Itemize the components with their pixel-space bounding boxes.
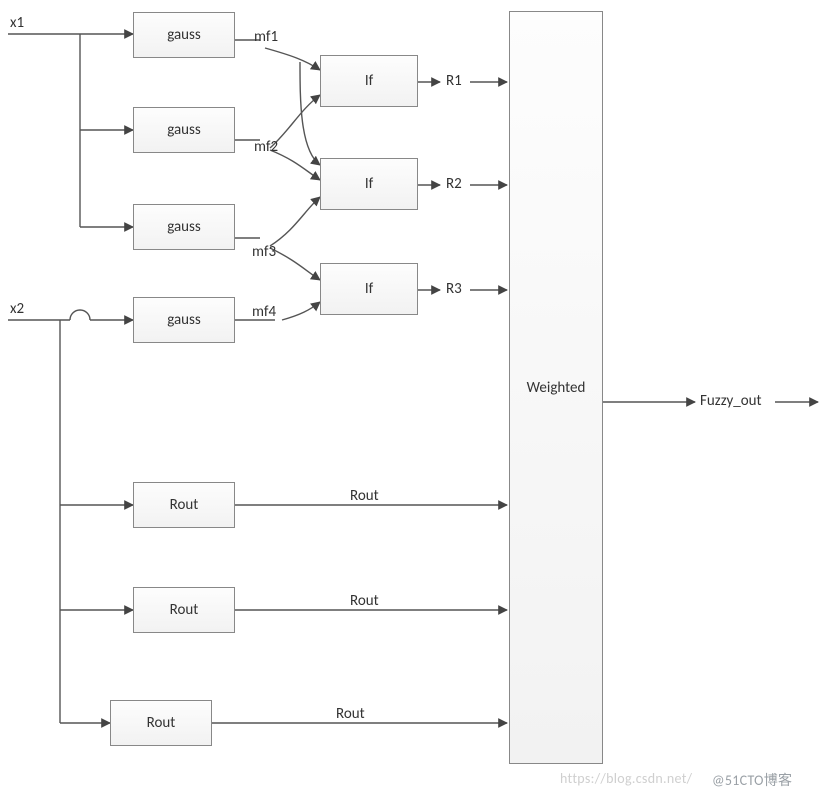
gauss2-label: gauss bbox=[167, 121, 201, 139]
mf4-label: mf4 bbox=[252, 303, 276, 321]
rout3-label: Rout bbox=[147, 714, 176, 732]
rout1-label: Rout bbox=[170, 496, 199, 514]
mf1-label: mf1 bbox=[254, 28, 278, 46]
if1-label: If bbox=[365, 72, 373, 90]
if-block-3: If bbox=[320, 263, 418, 315]
gauss4-label: gauss bbox=[167, 311, 201, 329]
rout-block-2: Rout bbox=[133, 587, 235, 633]
diagram-canvas: gauss gauss gauss gauss If If If Rout Ro… bbox=[0, 0, 831, 795]
weighted-block: Weighted bbox=[509, 11, 603, 764]
input-x1-label: x1 bbox=[10, 14, 24, 32]
gauss-block-3: gauss bbox=[133, 204, 235, 250]
gauss3-label: gauss bbox=[167, 218, 201, 236]
weighted-label: Weighted bbox=[527, 379, 586, 397]
gauss-block-1: gauss bbox=[133, 12, 235, 58]
input-x2-label: x2 bbox=[10, 300, 24, 318]
r1-label: R1 bbox=[446, 72, 462, 90]
gauss-block-2: gauss bbox=[133, 107, 235, 153]
if2-label: If bbox=[365, 175, 373, 193]
rout2-label: Rout bbox=[170, 601, 199, 619]
r2-label: R2 bbox=[446, 175, 462, 193]
if-block-1: If bbox=[320, 55, 418, 107]
mf2-label: mf2 bbox=[254, 138, 278, 156]
output-label: Fuzzy_out bbox=[700, 392, 762, 410]
rout-wire-label-1: Rout bbox=[350, 487, 379, 505]
rout-block-1: Rout bbox=[133, 482, 235, 528]
if3-label: If bbox=[365, 280, 373, 298]
rout-wire-label-3: Rout bbox=[336, 705, 365, 723]
r3-label: R3 bbox=[446, 280, 462, 298]
gauss-block-4: gauss bbox=[133, 297, 235, 343]
mf3-label: mf3 bbox=[252, 243, 276, 261]
rout-block-3: Rout bbox=[110, 700, 212, 746]
gauss1-label: gauss bbox=[167, 26, 201, 44]
watermark-right: @51CTO博客 bbox=[712, 770, 792, 790]
watermark-left: https://blog.csdn.net/ bbox=[560, 770, 692, 787]
rout-wire-label-2: Rout bbox=[350, 592, 379, 610]
if-block-2: If bbox=[320, 158, 418, 210]
